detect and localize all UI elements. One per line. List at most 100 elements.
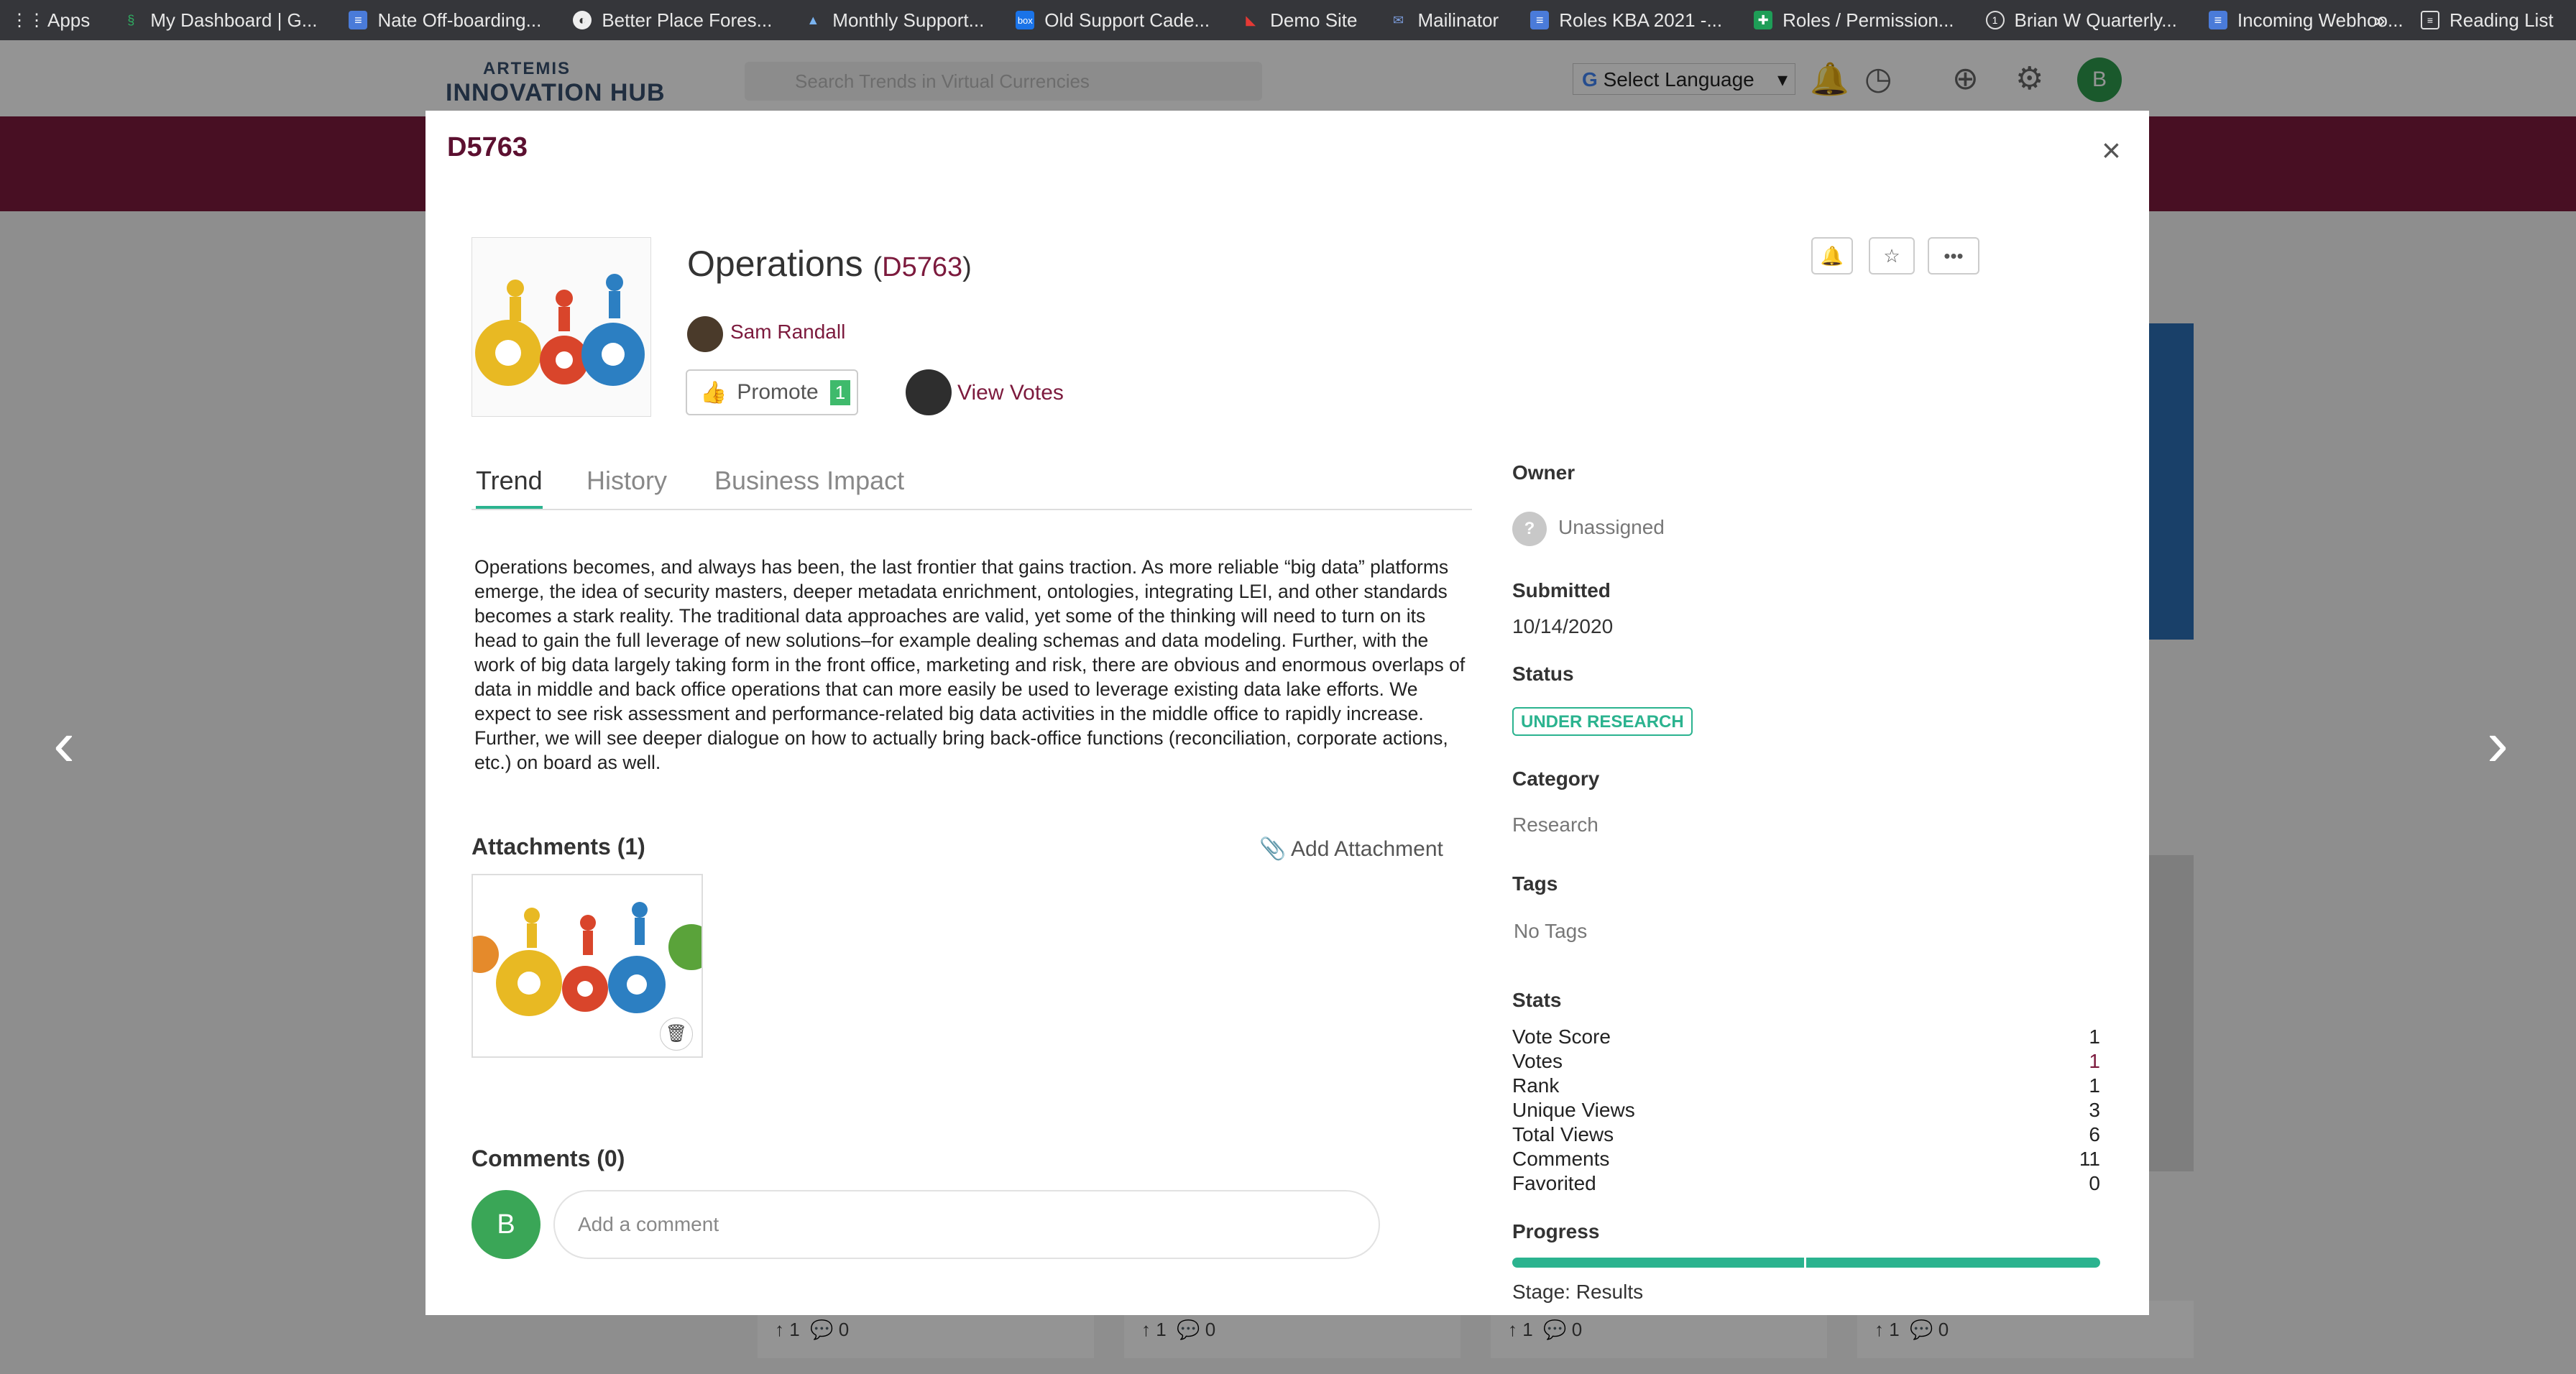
comment-input[interactable]: Add a comment <box>553 1190 1380 1259</box>
progress-label: Progress <box>1512 1220 1600 1242</box>
bookmark-label: Mailinator <box>1417 9 1499 31</box>
bookmark-demo-site[interactable]: ◣ Demo Site <box>1241 9 1357 32</box>
tags-label: Tags <box>1512 872 1558 895</box>
apps-grid-icon: ⋮⋮ <box>11 10 45 30</box>
delete-attachment-button[interactable]: 🗑 <box>660 1018 693 1051</box>
trend-id-wrapper: (D5763) <box>873 252 972 282</box>
trend-image <box>472 237 651 417</box>
bookmark-label: Demo Site <box>1270 9 1358 31</box>
stat-row: Votes 1 <box>1512 1049 2100 1074</box>
bookmarks-bar: ⋮⋮ Apps § My Dashboard | G... ≡ Nate Off… <box>0 0 2576 40</box>
owner-label: Owner <box>1512 461 1576 484</box>
tab-trend[interactable]: Trend <box>476 466 543 509</box>
thumbs-up-icon: 👍 <box>700 380 727 405</box>
bookmark-label: Roles / Permission... <box>1782 9 1954 31</box>
stat-value: 3 <box>2089 1099 2100 1121</box>
comments-heading: Comments (0) <box>472 1145 625 1171</box>
bookmarks-overflow-button[interactable]: » <box>2375 9 2385 32</box>
bookmark-roles-kba[interactable]: ≡ Roles KBA 2021 -... <box>1530 9 1722 32</box>
reading-list-icon: ≡ <box>2421 11 2439 29</box>
stat-row: Vote Score 1 <box>1512 1025 2100 1049</box>
promote-count-badge: 1 <box>829 379 851 405</box>
stat-label: Votes <box>1512 1050 1563 1072</box>
bookmark-monthly-support[interactable]: ▲ Monthly Support... <box>804 9 984 32</box>
tab-history[interactable]: History <box>586 466 667 506</box>
stat-label: Total Views <box>1512 1123 1614 1145</box>
stat-row: Unique Views 3 <box>1512 1098 2100 1122</box>
close-icon[interactable]: × <box>2102 131 2121 170</box>
status-badge: UNDER RESEARCH <box>1512 707 1693 736</box>
bookmark-quarterly[interactable]: 1 Brian W Quarterly... <box>1985 9 2177 32</box>
gears-illustration <box>475 274 645 386</box>
tab-business-impact[interactable]: Business Impact <box>714 466 904 506</box>
status-label: Status <box>1512 663 1574 685</box>
doc-icon: ≡ <box>349 11 368 29</box>
owner-value[interactable]: Unassigned <box>1558 516 1665 539</box>
bookmark-mailinator[interactable]: ✉ Mailinator <box>1389 9 1499 32</box>
view-votes-link[interactable]: View Votes <box>957 381 1064 405</box>
id-open-paren: ( <box>873 252 883 282</box>
modal-header-title: D5763 <box>447 132 528 162</box>
bookmark-offboarding[interactable]: ≡ Nate Off-boarding... <box>349 9 541 32</box>
trash-icon: 🗑 <box>665 1024 688 1043</box>
reading-list-button[interactable]: ≡ Reading List <box>2421 9 2554 32</box>
category-label: Category <box>1512 767 1600 790</box>
stat-row: Comments 11 <box>1512 1147 2100 1171</box>
voter-avatar <box>906 369 952 415</box>
stat-label: Comments <box>1512 1148 1610 1170</box>
stat-label: Unique Views <box>1512 1099 1635 1121</box>
add-attachment-button[interactable]: 📎 Add Attachment <box>1259 836 1443 862</box>
progress-stage-divider <box>1804 1258 1806 1268</box>
bookmark-label: Roles KBA 2021 -... <box>1559 9 1723 31</box>
stat-row: Rank 1 <box>1512 1074 2100 1098</box>
bookmark-label: My Dashboard | G... <box>150 9 318 31</box>
attachments-heading: Attachments (1) <box>472 834 645 859</box>
trend-name: Operations <box>687 244 863 284</box>
clock-icon: 1 <box>1985 11 2005 29</box>
bookmark-roles-permissions[interactable]: ✚ Roles / Permission... <box>1754 9 1954 32</box>
bookmark-label: Brian W Quarterly... <box>2014 9 2177 31</box>
bookmark-label: Apps <box>47 9 91 31</box>
bookmarks-overflow-label: » <box>2375 9 2386 31</box>
demo-icon: ◣ <box>1246 12 1256 27</box>
star-icon: ☆ <box>1883 245 1900 267</box>
subscribe-bell-button[interactable]: 🔔 <box>1811 237 1853 275</box>
stat-value: 1 <box>2089 1074 2100 1097</box>
ellipsis-icon: ••• <box>1944 245 1964 267</box>
author-avatar <box>687 316 723 352</box>
bookmark-better-place[interactable]: ◐ Better Place Fores... <box>573 9 772 32</box>
bookmark-apps[interactable]: ⋮⋮ Apps <box>11 9 91 32</box>
promote-label: Promote <box>737 380 819 404</box>
bookmark-label: Better Place Fores... <box>602 9 773 31</box>
stat-row: Total Views 6 <box>1512 1122 2100 1147</box>
globe-icon: ◐ <box>573 11 592 29</box>
stat-value: 1 <box>2089 1025 2100 1048</box>
previous-arrow-icon[interactable]: ‹ <box>53 711 75 776</box>
stat-value: 11 <box>2079 1148 2100 1170</box>
mail-icon: ✉ <box>1392 12 1404 27</box>
stat-value[interactable]: 1 <box>2089 1049 2100 1074</box>
bookmark-label: Nate Off-boarding... <box>377 9 542 31</box>
promote-button[interactable]: 👍 Promote 1 <box>686 369 858 415</box>
bookmark-support-cadence[interactable]: box Old Support Cade... <box>1016 9 1210 32</box>
reading-list-label: Reading List <box>2450 9 2554 31</box>
bookmark-dashboard[interactable]: § My Dashboard | G... <box>121 9 317 32</box>
trend-title: Operations (D5763) <box>687 243 972 285</box>
bell-icon: 🔔 <box>1820 245 1844 267</box>
stat-label: Rank <box>1512 1074 1560 1097</box>
id-close-paren: ) <box>962 252 972 282</box>
commenter-avatar: B <box>472 1190 540 1259</box>
dashboard-icon: § <box>127 12 135 27</box>
trend-description: Operations becomes, and always has been,… <box>474 556 1466 773</box>
more-options-button[interactable]: ••• <box>1928 237 1979 275</box>
stat-value: 6 <box>2089 1123 2100 1145</box>
favorite-button[interactable]: ☆ <box>1869 237 1915 275</box>
stat-label: Favorited <box>1512 1172 1596 1194</box>
drive-icon: ▲ <box>806 12 820 27</box>
box-icon: box <box>1016 11 1035 29</box>
paperclip-icon: 📎 <box>1259 837 1287 861</box>
progress-bar <box>1512 1258 2100 1268</box>
detail-tabs: Trend History Business Impact <box>472 466 1472 510</box>
next-arrow-icon[interactable]: › <box>2487 711 2508 776</box>
author-link[interactable]: Sam Randall <box>730 321 845 344</box>
